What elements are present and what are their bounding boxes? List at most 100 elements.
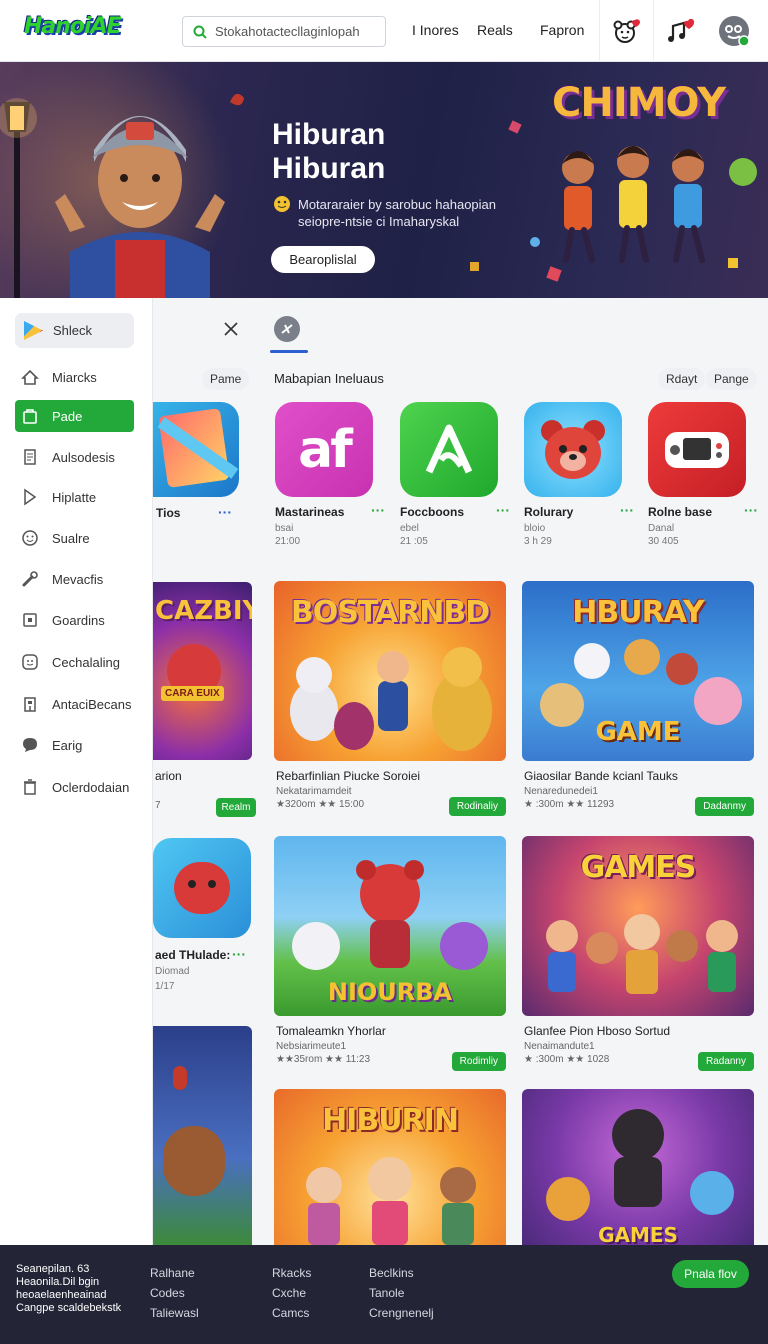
game-card-1[interactable]: BOSTARNBD Rebarfinlian Piucke Soroiei Ne… (274, 581, 506, 816)
behind-card1-button[interactable]: Realm (216, 798, 256, 817)
sidebar-item-label: Goardins (52, 612, 105, 628)
app-sub1-3: bloio (524, 523, 546, 534)
app-more-4[interactable]: ··· (744, 502, 758, 518)
google-play-icon (24, 321, 43, 340)
sidebar-item-antacibecans[interactable]: AntaciBecans (15, 688, 134, 720)
footer-link[interactable]: Crengnenelj (369, 1303, 434, 1323)
app-sub1-2: ebel (400, 523, 419, 534)
sidebar-item-goardins[interactable]: Goardins (15, 604, 134, 636)
sidebar-item-earig[interactable]: Earig (15, 729, 134, 761)
doc-icon (20, 447, 40, 467)
sidebar-item-oclerdodaian[interactable]: Oclerdodaian (15, 771, 134, 803)
filter-chip-2[interactable]: Pange (706, 368, 757, 390)
sidebar-item-label: Aulsodesis (52, 449, 115, 465)
side-search-box[interactable]: Shleck (15, 313, 134, 348)
hero-cta-button[interactable]: Bearoplislal (271, 246, 375, 273)
sidebar-item-label: Sualre (52, 530, 90, 546)
sidebar-item-hiplatte[interactable]: Hiplatte (15, 481, 134, 513)
footer-link[interactable]: Rkacks (272, 1263, 311, 1283)
trash-icon (20, 777, 40, 797)
hero-character-illustration (55, 116, 225, 298)
game-card-3-title: Tomaleamkn Yhorlar (276, 1024, 386, 1038)
behind-card1-sign: CARA EUIX (161, 686, 224, 701)
behind-chip[interactable]: Pame (202, 368, 250, 390)
app-name-1: Mastarineas (275, 505, 345, 519)
site-logo[interactable]: HanoiAE (20, 14, 125, 46)
active-tab-indicator (270, 350, 308, 353)
app-tile-2[interactable] (400, 402, 498, 497)
game-card-4-art[interactable]: GAMES (522, 836, 754, 1016)
game-card-4-button[interactable]: Radanny (697, 1052, 754, 1071)
game-card-5-art[interactable]: HIBURIN (274, 1089, 506, 1245)
close-icon[interactable] (222, 320, 240, 338)
hero-title-line-2: Hiburan (272, 152, 386, 185)
sidebar-item-pade[interactable]: Pade (15, 400, 134, 432)
app-more-1[interactable]: ··· (371, 502, 385, 518)
game-card-6-art[interactable]: GAMES (522, 1089, 754, 1245)
sidebar-item-cechalaling[interactable]: Cechalaling (15, 646, 134, 678)
app-item-2[interactable]: Foccboons ··· ebel 21 :05 (400, 402, 510, 547)
game-card-4-banner: GAMES (580, 850, 697, 885)
mascot-notification-button[interactable] (599, 0, 653, 62)
game-card-3[interactable]: NIOURBA Tomaleamkn Yhorlar Nebsiarimeute… (274, 836, 506, 1071)
footer: Seanepilan. 63 Heaonila.Dil bgin heoaela… (0, 1245, 768, 1344)
app-sub2-1: 21:00 (275, 536, 301, 547)
user-avatar-button[interactable] (707, 0, 761, 62)
game-card-2[interactable]: HBURAY GAME Giaosilar Bande kcianl Tauks… (522, 581, 754, 816)
sidebar-item-label: Hiplatte (52, 489, 97, 505)
game-card-3-button[interactable]: Rodimliy (451, 1052, 506, 1071)
bear-notification-icon (613, 19, 640, 43)
smile-icon (20, 528, 40, 548)
sidebar-item-label: Miarcks (52, 369, 97, 385)
nav-link-2[interactable]: Reals (477, 22, 513, 38)
footer-link[interactable]: Beclkins (369, 1263, 434, 1283)
footer-link[interactable]: Taliewasl (150, 1303, 199, 1323)
filter-chip-1[interactable]: Rdayt (658, 368, 706, 390)
app-tile-1[interactable]: af (275, 402, 373, 497)
behind-app-more[interactable]: ··· (218, 504, 232, 520)
app-more-3[interactable]: ··· (620, 502, 634, 518)
game-card-1-button[interactable]: Rodinaliy (448, 797, 506, 816)
search-box[interactable] (182, 16, 386, 47)
app-item-3[interactable]: Rolurary ··· bloio 3 h 29 (524, 402, 634, 547)
game-card-3-art[interactable]: NIOURBA (274, 836, 506, 1016)
app-sub-2: ebel 21 :05 (400, 522, 428, 548)
footer-link[interactable]: Cxche (272, 1283, 311, 1303)
game-card-1-art[interactable]: BOSTARNBD (274, 581, 506, 761)
game-card-5[interactable]: HIBURIN (274, 1089, 506, 1245)
game-card-4[interactable]: GAMES Glanfee Pion Hboso Sortud Nenaiman… (522, 836, 754, 1071)
behind-app2-name: aed THulade: (155, 948, 231, 962)
footer-cta-button[interactable]: Pnala flov (672, 1260, 749, 1288)
search-input[interactable] (215, 24, 365, 39)
nav-link-3[interactable]: Fapron (540, 22, 584, 38)
nav-link-1[interactable]: I Inores (412, 22, 459, 38)
behind-app-tile[interactable] (153, 402, 239, 497)
app-tile-4[interactable] (648, 402, 746, 497)
footer-col-3: Beclkins Tanole Crengnenelj (369, 1263, 434, 1323)
behind-card2-art[interactable] (153, 1026, 252, 1245)
app-item-4[interactable]: Rolne base ··· Danal 30 405 (648, 402, 758, 547)
app-tile-3[interactable] (524, 402, 622, 497)
footer-link[interactable]: Tanole (369, 1283, 434, 1303)
app-more-2[interactable]: ··· (496, 502, 510, 518)
hero-title: Hiburan Hiburan (272, 118, 472, 186)
game-card-2-button[interactable]: Dadanmy (695, 797, 754, 816)
footer-link[interactable]: Codes (150, 1283, 199, 1303)
sidebar-item-mevacfis[interactable]: Mevacfis (15, 563, 134, 595)
app-item-1[interactable]: af Mastarineas ··· bsai 21:00 (275, 402, 385, 547)
game-card-2-art[interactable]: HBURAY GAME (522, 581, 754, 761)
sidebar-item-miarcks[interactable]: Miarcks (15, 361, 134, 393)
music-favorite-button[interactable] (653, 0, 707, 62)
gamepad-icon (281, 324, 293, 334)
footer-link[interactable]: Ralhane (150, 1263, 199, 1283)
behind-app2-tile[interactable] (153, 838, 251, 938)
sidebar-item-aulsodesis[interactable]: Aulsodesis (15, 441, 134, 473)
hero-badge-logo: CHIMOY (552, 80, 726, 126)
category-tab-icon[interactable] (274, 316, 300, 342)
sidebar-item-sualre[interactable]: Sualre (15, 522, 134, 554)
footer-link[interactable]: Camcs (272, 1303, 311, 1323)
game-card-6[interactable]: GAMES (522, 1089, 754, 1245)
behind-card1-art[interactable]: CAZBIY CARA EUIX (153, 582, 252, 760)
game-card-5-characters (306, 1157, 476, 1245)
behind-app2-more[interactable]: ··· (232, 946, 246, 962)
